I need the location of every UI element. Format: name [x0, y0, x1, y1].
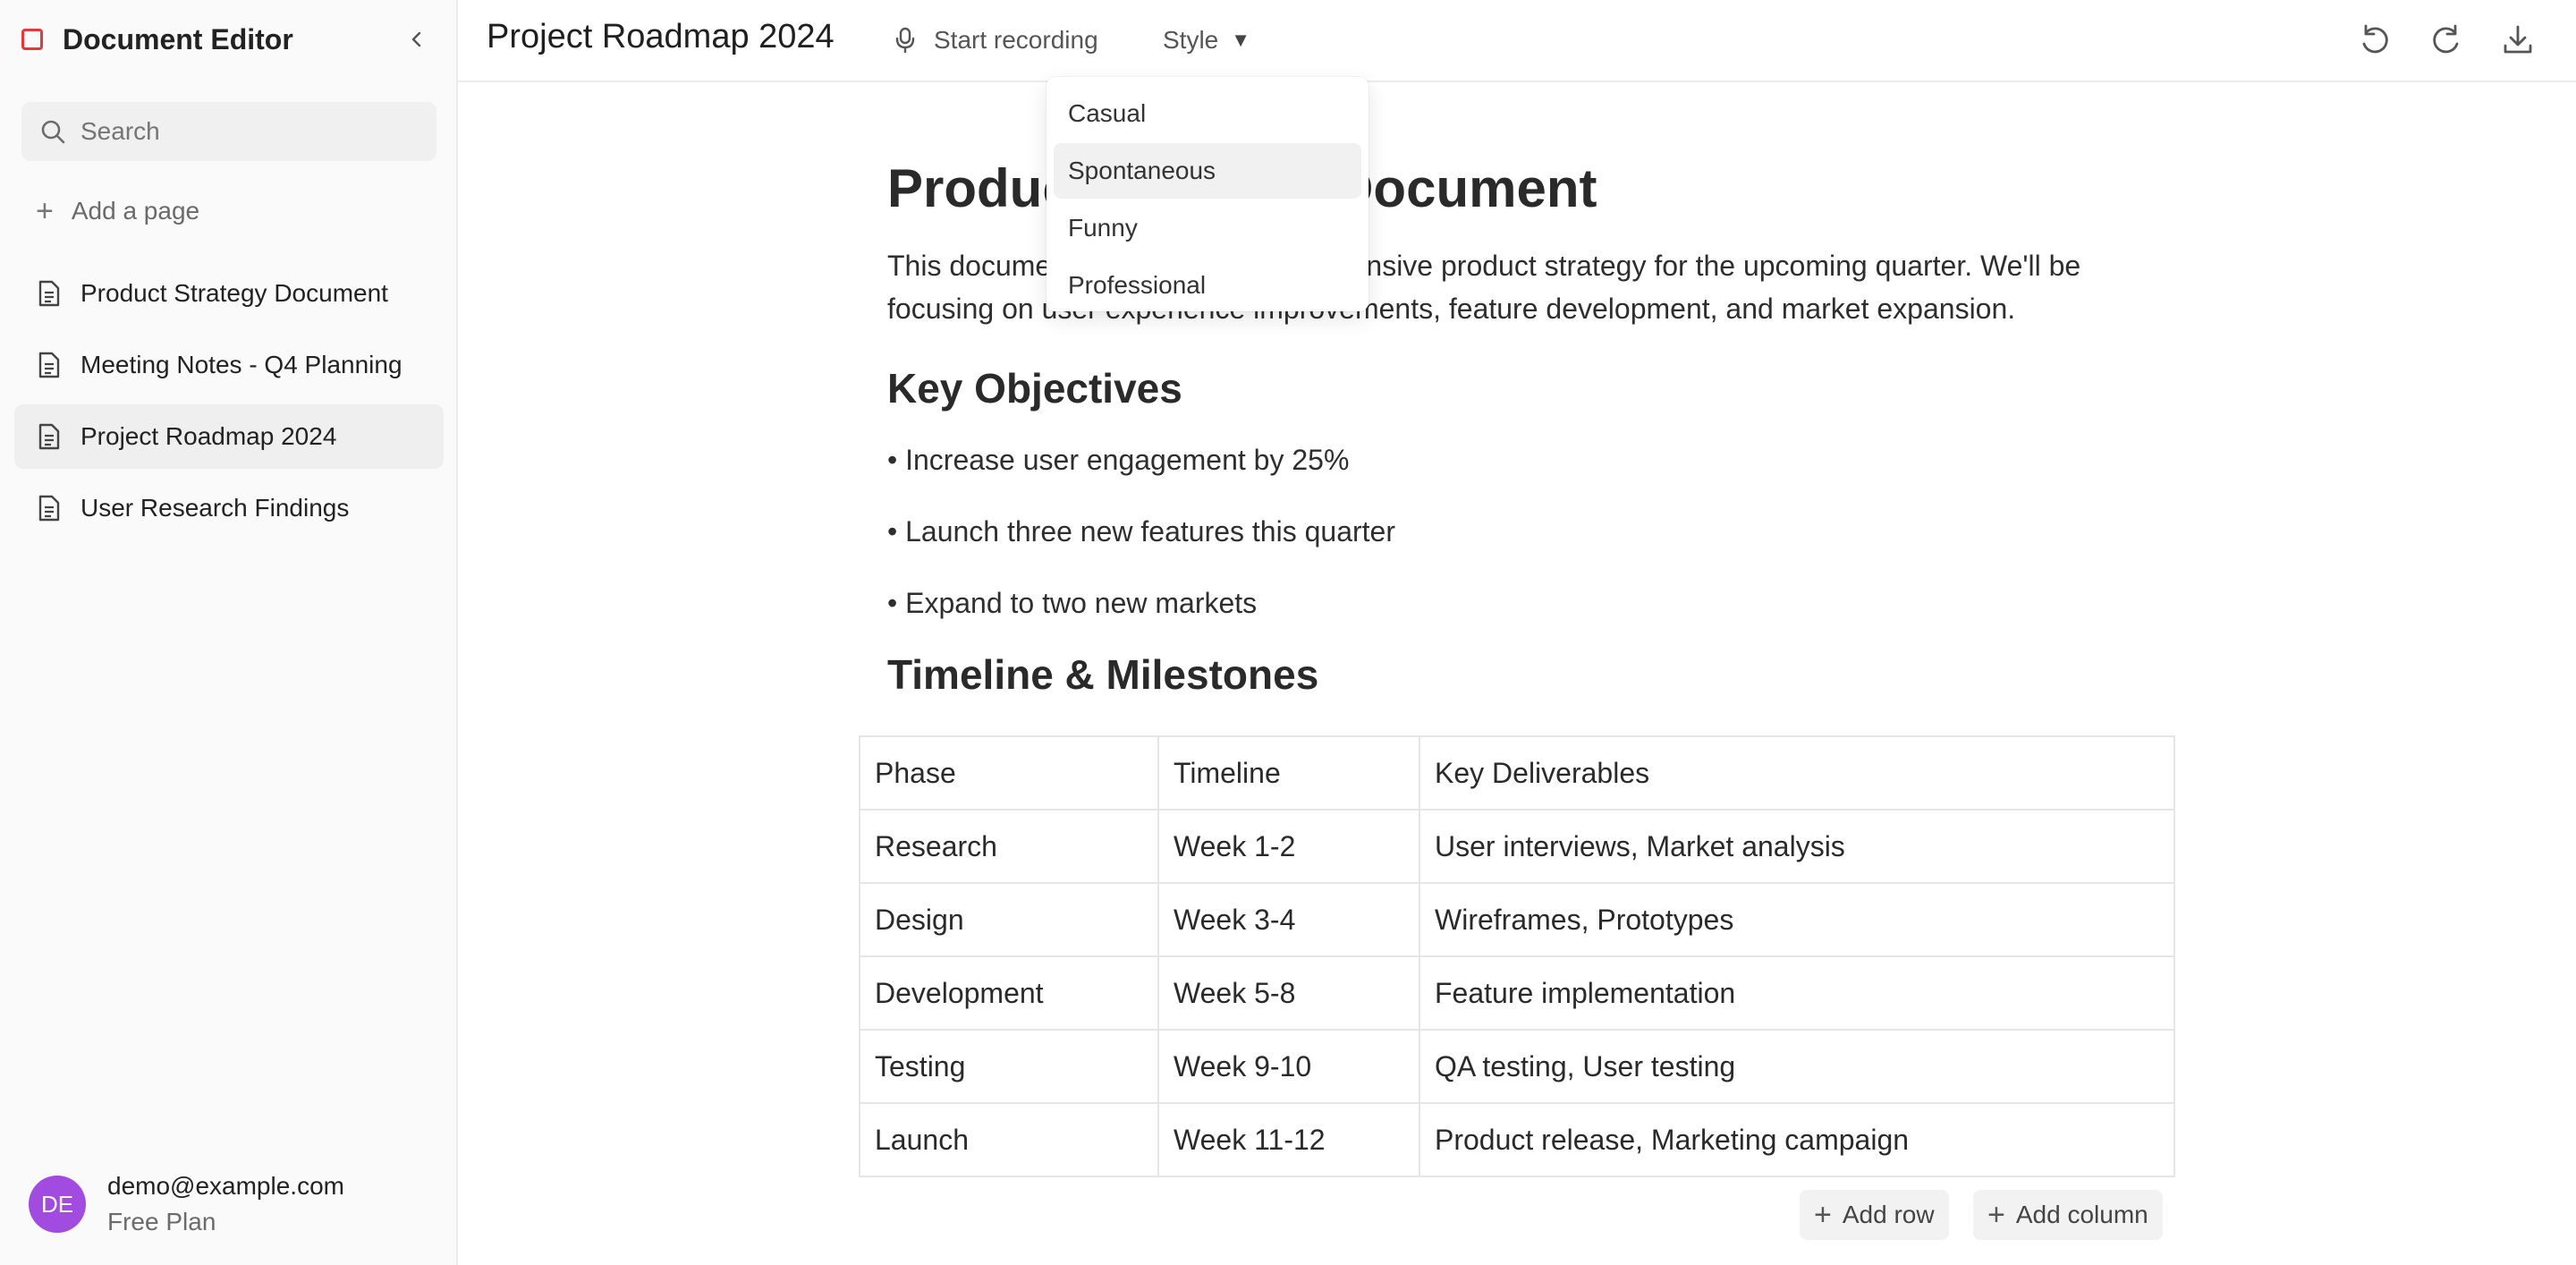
user-email: demo@example.com [107, 1172, 344, 1200]
table-cell[interactable]: Development [859, 955, 1159, 1031]
table-cell[interactable]: Design [859, 882, 1159, 957]
download-icon [2504, 25, 2532, 54]
style-dropdown-menu: Casual Spontaneous Funny Professional [1046, 77, 1368, 311]
sidebar-item-user-research[interactable]: User Research Findings [14, 476, 444, 540]
user-account[interactable]: DE demo@example.com Free Plan [29, 1172, 344, 1236]
sidebar-item-product-strategy[interactable]: Product Strategy Document [14, 261, 444, 326]
style-dropdown-button[interactable]: Style ▼ [1163, 18, 1250, 63]
app-title: Document Editor [63, 22, 293, 55]
table-cell[interactable]: Testing [859, 1029, 1159, 1104]
table-cell[interactable]: Week 3-4 [1157, 882, 1420, 957]
user-plan: Free Plan [107, 1208, 216, 1235]
avatar: DE [29, 1176, 86, 1233]
document-title[interactable]: Project Roadmap 2024 [487, 18, 835, 56]
table-row: Launch Week 11-12 Product release, Marke… [859, 1102, 2175, 1177]
plus-icon: + [1814, 1198, 1832, 1232]
search-input[interactable] [80, 117, 420, 146]
style-label: Style [1163, 26, 1219, 54]
table-cell[interactable]: Week 1-2 [1157, 809, 1420, 884]
app-logo-icon [21, 29, 43, 50]
table-cell[interactable]: Week 5-8 [1157, 955, 1420, 1031]
add-column-button[interactable]: + Add column [1973, 1190, 2163, 1240]
page-list: Product Strategy Document Meeting Notes … [14, 261, 444, 548]
sidebar-item-label: Meeting Notes - Q4 Planning [80, 351, 402, 378]
table-cell[interactable]: Product release, Marketing campaign [1419, 1102, 2175, 1177]
style-option-professional[interactable]: Professional [1054, 258, 1361, 313]
document-icon [38, 280, 61, 307]
table-cell[interactable]: QA testing, User testing [1419, 1029, 2175, 1104]
sidebar-item-label: User Research Findings [80, 494, 350, 522]
style-option-casual[interactable]: Casual [1054, 86, 1361, 141]
add-row-label: Add row [1842, 1201, 1935, 1228]
collapse-sidebar-button[interactable] [397, 20, 436, 59]
undo-icon [2362, 24, 2388, 54]
add-page-button[interactable]: + Add a page [36, 191, 199, 231]
objectives-heading[interactable]: Key Objectives [887, 364, 2175, 412]
timeline-table: Phase Timeline Key Deliverables Research… [859, 735, 2175, 1177]
table-row: Design Week 3-4 Wireframes, Prototypes [859, 882, 2175, 957]
plus-icon: + [1987, 1198, 2005, 1232]
chevron-left-icon [411, 31, 421, 47]
sidebar-item-project-roadmap[interactable]: Project Roadmap 2024 [14, 404, 444, 469]
style-option-spontaneous[interactable]: Spontaneous [1054, 143, 1361, 199]
caret-down-icon: ▼ [1231, 29, 1251, 51]
sidebar-item-label: Product Strategy Document [80, 279, 388, 307]
table-cell[interactable]: User interviews, Market analysis [1419, 809, 2175, 884]
document-icon [38, 495, 61, 522]
table-cell[interactable]: Launch [859, 1102, 1159, 1177]
redo-button[interactable] [2424, 18, 2469, 63]
plus-icon: + [36, 194, 54, 228]
sidebar-header: Document Editor [21, 16, 436, 63]
objective-item[interactable]: • Launch three new features this quarter [887, 505, 2175, 577]
start-recording-button[interactable]: Start recording [894, 18, 1098, 63]
document-icon [38, 352, 61, 378]
download-button[interactable] [2496, 18, 2540, 63]
redo-icon [2433, 24, 2459, 54]
sidebar-item-label: Project Roadmap 2024 [80, 422, 337, 450]
start-recording-label: Start recording [934, 26, 1098, 54]
timeline-heading[interactable]: Timeline & Milestones [887, 650, 2175, 699]
table-header-cell[interactable]: Key Deliverables [1419, 735, 2175, 811]
table-row: Testing Week 9-10 QA testing, User testi… [859, 1029, 2175, 1104]
add-row-button[interactable]: + Add row [1800, 1190, 1949, 1240]
search-icon [41, 120, 65, 144]
table-cell[interactable]: Week 9-10 [1157, 1029, 1420, 1104]
microphone-icon [894, 27, 916, 54]
table-header-row: Phase Timeline Key Deliverables [859, 735, 2175, 811]
table-header-cell[interactable]: Phase [859, 735, 1159, 811]
document-icon [38, 423, 61, 450]
topbar: Project Roadmap 2024 Start recording Sty… [458, 0, 2576, 82]
sidebar-item-meeting-notes[interactable]: Meeting Notes - Q4 Planning [14, 333, 444, 397]
table-cell[interactable]: Research [859, 809, 1159, 884]
add-page-label: Add a page [71, 197, 200, 225]
table-row: Research Week 1-2 User interviews, Marke… [859, 809, 2175, 884]
table-row: Development Week 5-8 Feature implementat… [859, 955, 2175, 1031]
table-cell[interactable]: Feature implementation [1419, 955, 2175, 1031]
table-cell[interactable]: Week 11-12 [1157, 1102, 1420, 1177]
undo-button[interactable] [2352, 18, 2397, 63]
add-column-label: Add column [2015, 1201, 2148, 1228]
style-option-funny[interactable]: Funny [1054, 200, 1361, 256]
objective-item[interactable]: • Expand to two new markets [887, 577, 2175, 649]
sidebar: Document Editor + Add a page Product Str… [0, 0, 458, 1265]
table-header-cell[interactable]: Timeline [1157, 735, 1420, 811]
objective-item[interactable]: • Increase user engagement by 25% [887, 434, 2175, 505]
search-box[interactable] [21, 102, 436, 161]
table-cell[interactable]: Wireframes, Prototypes [1419, 882, 2175, 957]
